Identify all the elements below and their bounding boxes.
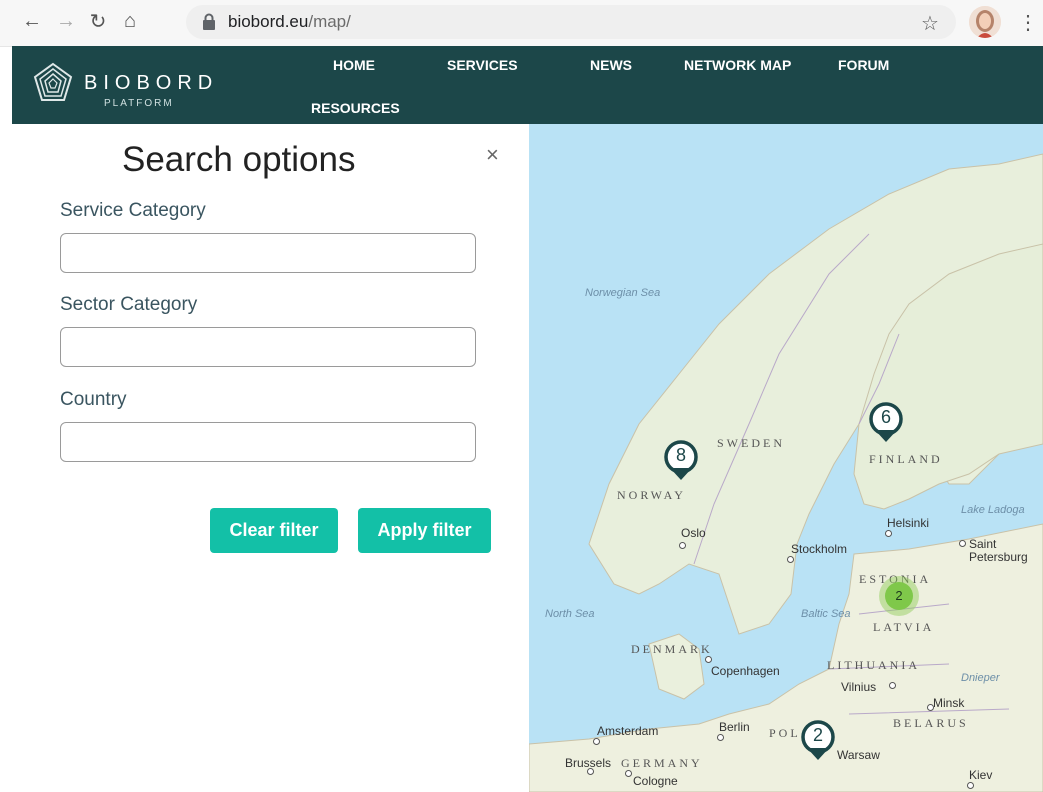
forward-arrow-icon[interactable]: → [54, 9, 78, 33]
map-marker-norway[interactable]: 8 [662, 440, 700, 486]
menu-item-news[interactable]: NEWS [590, 57, 632, 73]
sea-label-baltic: Baltic Sea [801, 608, 851, 620]
clear-filter-button[interactable]: Clear filter [210, 508, 338, 553]
country-label: Country [60, 389, 127, 410]
map-marker-poland[interactable]: 2 [799, 720, 837, 766]
menu-item-forum[interactable]: FORUM [838, 57, 889, 73]
address-bar[interactable]: biobord.eu/map/ [186, 5, 956, 39]
menu-item-home[interactable]: HOME [333, 57, 375, 73]
sea-label-north: North Sea [545, 608, 595, 620]
menu-item-services[interactable]: SERVICES [447, 57, 518, 73]
site-header: BIOBORD PLATFORM HOME SERVICES NEWS NETW… [12, 46, 1043, 124]
map-marker-finland[interactable]: 6 [867, 402, 905, 448]
country-label-latvia: LATVIA [873, 620, 935, 634]
city-dot [717, 734, 724, 741]
city-label-helsinki: Helsinki [887, 516, 930, 530]
city-dot [885, 530, 892, 537]
marker-count: 2 [812, 725, 823, 745]
close-icon[interactable]: × [486, 142, 499, 168]
city-label-kiev: Kiev [969, 768, 993, 782]
city-dot [705, 656, 712, 663]
search-options-panel: Search options × Service Category Sector… [12, 124, 529, 792]
city-dot [587, 768, 594, 775]
marker-count: 6 [880, 407, 891, 427]
city-label-berlin: Berlin [719, 720, 750, 734]
city-dot [625, 770, 632, 777]
country-label-sweden: SWEDEN [717, 436, 785, 450]
city-label-vilnius: Vilnius [841, 680, 877, 694]
url-domain: biobord.eu [228, 12, 309, 31]
country-label-denmark: DENMARK [631, 642, 713, 656]
back-arrow-icon[interactable]: ← [20, 9, 44, 33]
marker-count: 8 [675, 445, 686, 465]
city-label-stockholm: Stockholm [791, 542, 848, 556]
city-label-oslo: Oslo [681, 526, 706, 540]
more-menu-icon[interactable]: ⋮ [1018, 10, 1038, 35]
url-path: /map/ [308, 12, 351, 31]
network-map[interactable]: Norwegian Sea North Sea Baltic Sea Lake … [529, 124, 1043, 792]
map-land-shapes [529, 153, 1043, 792]
menu-item-network-map[interactable]: NETWORK MAP [684, 57, 791, 73]
city-dot [889, 682, 896, 689]
browser-toolbar: ← → ↻ ⌂ biobord.eu/map/ ☆ ⋮ [0, 0, 1043, 47]
bookmark-star-icon[interactable]: ☆ [921, 11, 939, 36]
sector-category-field[interactable] [60, 327, 476, 367]
city-dot [967, 782, 974, 789]
city-dot [959, 540, 966, 547]
city-dot [593, 738, 600, 745]
city-label-warsaw: Warsaw [837, 748, 880, 762]
sea-label-norwegian: Norwegian Sea [585, 287, 661, 299]
country-label-lithuania: LITHUANIA [827, 658, 920, 672]
river-label-dnieper: Dnieper [961, 672, 1000, 684]
reload-icon[interactable]: ↻ [86, 9, 110, 33]
city-dot [787, 556, 794, 563]
panel-title: Search options [122, 140, 356, 179]
city-label-saint-petersburg: Saint Petersburg [969, 537, 1028, 564]
profile-avatar[interactable] [969, 6, 1001, 38]
country-label-germany: GERMANY [621, 756, 703, 770]
lock-icon [203, 13, 215, 30]
city-label-amsterdam: Amsterdam [597, 724, 659, 738]
city-label-minsk: Minsk [933, 696, 965, 710]
city-label-copenhagen: Copenhagen [711, 664, 780, 678]
url-text: biobord.eu/map/ [228, 12, 351, 32]
brand-subtitle: PLATFORM [104, 98, 174, 109]
country-label-finland: FINLAND [869, 452, 943, 466]
country-label-norway: NORWAY [617, 488, 686, 502]
country-field[interactable] [60, 422, 476, 462]
biobord-logo-icon[interactable] [30, 60, 76, 106]
apply-filter-button[interactable]: Apply filter [358, 508, 491, 553]
country-label-belarus: BELARUS [893, 716, 969, 730]
service-category-field[interactable] [60, 233, 476, 273]
cluster-count: 2 [885, 582, 913, 610]
lake-label-ladoga: Lake Ladoga [961, 504, 1025, 516]
service-category-label: Service Category [60, 200, 206, 221]
city-dot [927, 704, 934, 711]
menu-item-resources[interactable]: RESOURCES [311, 100, 400, 116]
avatar-icon [969, 6, 1001, 38]
sector-category-label: Sector Category [60, 294, 198, 315]
home-icon[interactable]: ⌂ [118, 9, 142, 33]
map-cluster-estonia[interactable]: 2 [879, 576, 919, 616]
city-label-cologne: Cologne [633, 774, 678, 788]
country-label-poland: POL [769, 726, 801, 740]
city-dot [679, 542, 686, 549]
brand-name[interactable]: BIOBORD [84, 72, 218, 95]
